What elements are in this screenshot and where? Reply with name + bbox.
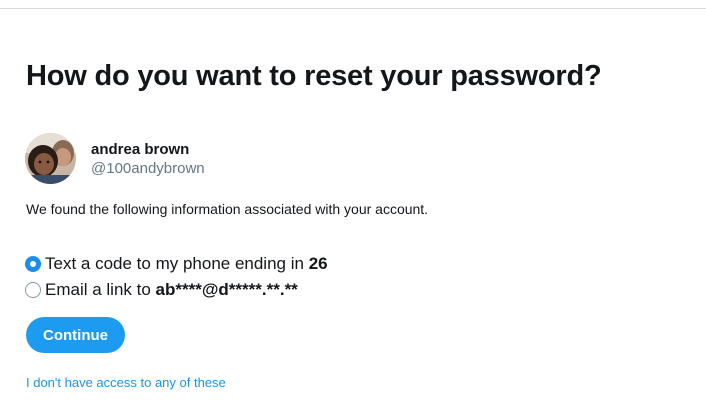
radio-selected-icon[interactable] [25,256,41,272]
account-handle: @100andybrown [91,160,205,177]
info-text: We found the following information assoc… [26,201,429,217]
reset-option-email-text: Email a link to [45,280,156,299]
top-border [0,0,706,9]
continue-button[interactable]: Continue [26,317,125,353]
reset-option-phone-digits: 26 [308,254,328,273]
reset-option-email-address: ab****@d*****.**.** [155,280,298,299]
avatar [25,133,76,184]
account-display-name: andrea brown [91,141,190,158]
no-access-link[interactable]: I don't have access to any of these [26,375,226,390]
reset-option-phone[interactable]: Text a code to my phone ending in 26 [25,254,328,274]
profile-photo-icon [25,133,76,184]
reset-option-phone-label: Text a code to my phone ending in 26 [45,254,328,274]
radio-unselected-icon[interactable] [25,282,41,298]
page-title: How do you want to reset your password? [26,60,602,92]
reset-option-phone-text: Text a code to my phone ending in [45,254,309,273]
reset-option-email-label: Email a link to ab****@d*****.**.** [45,280,298,300]
reset-option-email[interactable]: Email a link to ab****@d*****.**.** [25,280,298,300]
